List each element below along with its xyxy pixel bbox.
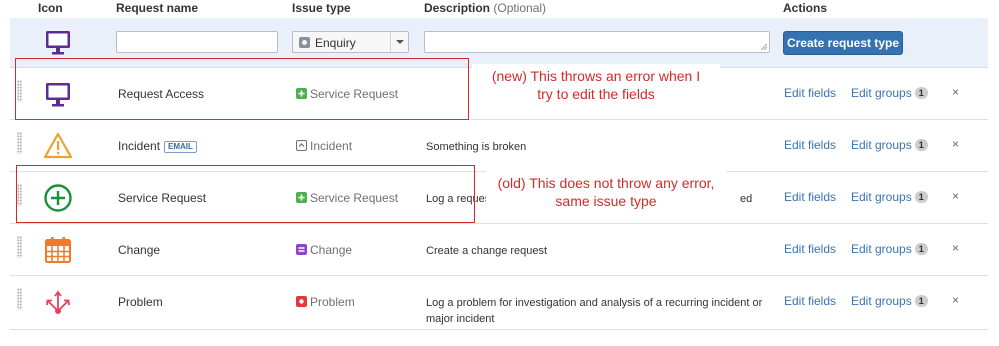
create-request-type-button[interactable]: Create request type	[783, 31, 903, 55]
edit-fields-link[interactable]: Edit fields	[784, 138, 836, 152]
edit-groups-link[interactable]: Edit groups 1	[851, 190, 928, 204]
column-header-request-name: Request name	[116, 1, 199, 15]
edit-fields-link[interactable]: Edit fields	[784, 294, 836, 308]
column-header-issue-type: Issue type	[292, 1, 351, 15]
column-header-actions: Actions	[783, 1, 828, 15]
request-name[interactable]: Incident EMAIL	[118, 139, 197, 153]
groups-count-badge: 1	[914, 139, 928, 151]
edit-fields-link[interactable]: Edit fields	[784, 242, 836, 256]
request-name[interactable]: Change	[118, 243, 160, 257]
drag-handle-icon[interactable]	[17, 288, 22, 310]
annotation-note-old: (old) This does not throw any error, sam…	[486, 170, 726, 212]
annotation-box-old	[16, 165, 475, 223]
email-badge: EMAIL	[164, 141, 197, 153]
request-description[interactable]: Log a problem for investigation and anal…	[426, 295, 766, 327]
chevron-down-icon[interactable]	[390, 32, 408, 52]
delete-icon[interactable]: ×	[952, 85, 959, 99]
request-description[interactable]: Create a change request	[426, 243, 766, 259]
column-header-description: Description (Optional)	[424, 1, 547, 15]
issue-type: Problem	[296, 295, 355, 309]
groups-count-badge: 1	[914, 243, 928, 255]
delete-icon[interactable]: ×	[952, 241, 959, 255]
table-row: Change Change Create a change request Ed…	[10, 224, 988, 276]
issue-type: Change	[296, 243, 352, 257]
edit-fields-link[interactable]: Edit fields	[784, 190, 836, 204]
edit-groups-link[interactable]: Edit groups 1	[851, 242, 928, 256]
drag-handle-icon[interactable]	[17, 236, 22, 258]
edit-fields-link[interactable]: Edit fields	[784, 86, 836, 100]
edit-groups-link[interactable]: Edit groups 1	[851, 138, 928, 152]
issue-type: Incident	[296, 139, 352, 153]
annotation-note-new: (new) This throws an error when I try to…	[472, 64, 720, 106]
annotation-box-new	[15, 58, 469, 120]
column-header-icon: Icon	[38, 1, 63, 15]
table-header: Icon Request name Issue type Description…	[0, 0, 999, 18]
edit-groups-link[interactable]: Edit groups 1	[851, 294, 928, 308]
groups-count-badge: 1	[914, 295, 928, 307]
edit-groups-link[interactable]: Edit groups 1	[851, 86, 928, 100]
issue-type-selected-value: Enquiry	[315, 36, 356, 50]
request-description[interactable]: Something is broken	[426, 139, 766, 155]
request-name-input[interactable]	[116, 31, 278, 53]
warning-icon[interactable]	[43, 131, 73, 161]
enquiry-icon	[299, 37, 310, 48]
network-icon[interactable]	[43, 287, 73, 317]
groups-count-badge: 1	[914, 87, 928, 99]
monitor-icon[interactable]	[43, 27, 73, 57]
delete-icon[interactable]: ×	[952, 137, 959, 151]
groups-count-badge: 1	[914, 191, 928, 203]
delete-icon[interactable]: ×	[952, 189, 959, 203]
calendar-icon[interactable]	[43, 235, 73, 265]
description-textarea[interactable]	[424, 31, 770, 53]
change-icon	[296, 244, 307, 255]
delete-icon[interactable]: ×	[952, 293, 959, 307]
problem-icon	[296, 296, 307, 307]
incident-icon	[296, 140, 307, 151]
drag-handle-icon[interactable]	[17, 132, 22, 154]
request-name[interactable]: Problem	[118, 295, 163, 309]
request-description-tail: ed	[740, 193, 753, 205]
table-row: Problem Problem Log a problem for invest…	[10, 276, 988, 330]
issue-type-select[interactable]: Enquiry	[292, 31, 409, 53]
